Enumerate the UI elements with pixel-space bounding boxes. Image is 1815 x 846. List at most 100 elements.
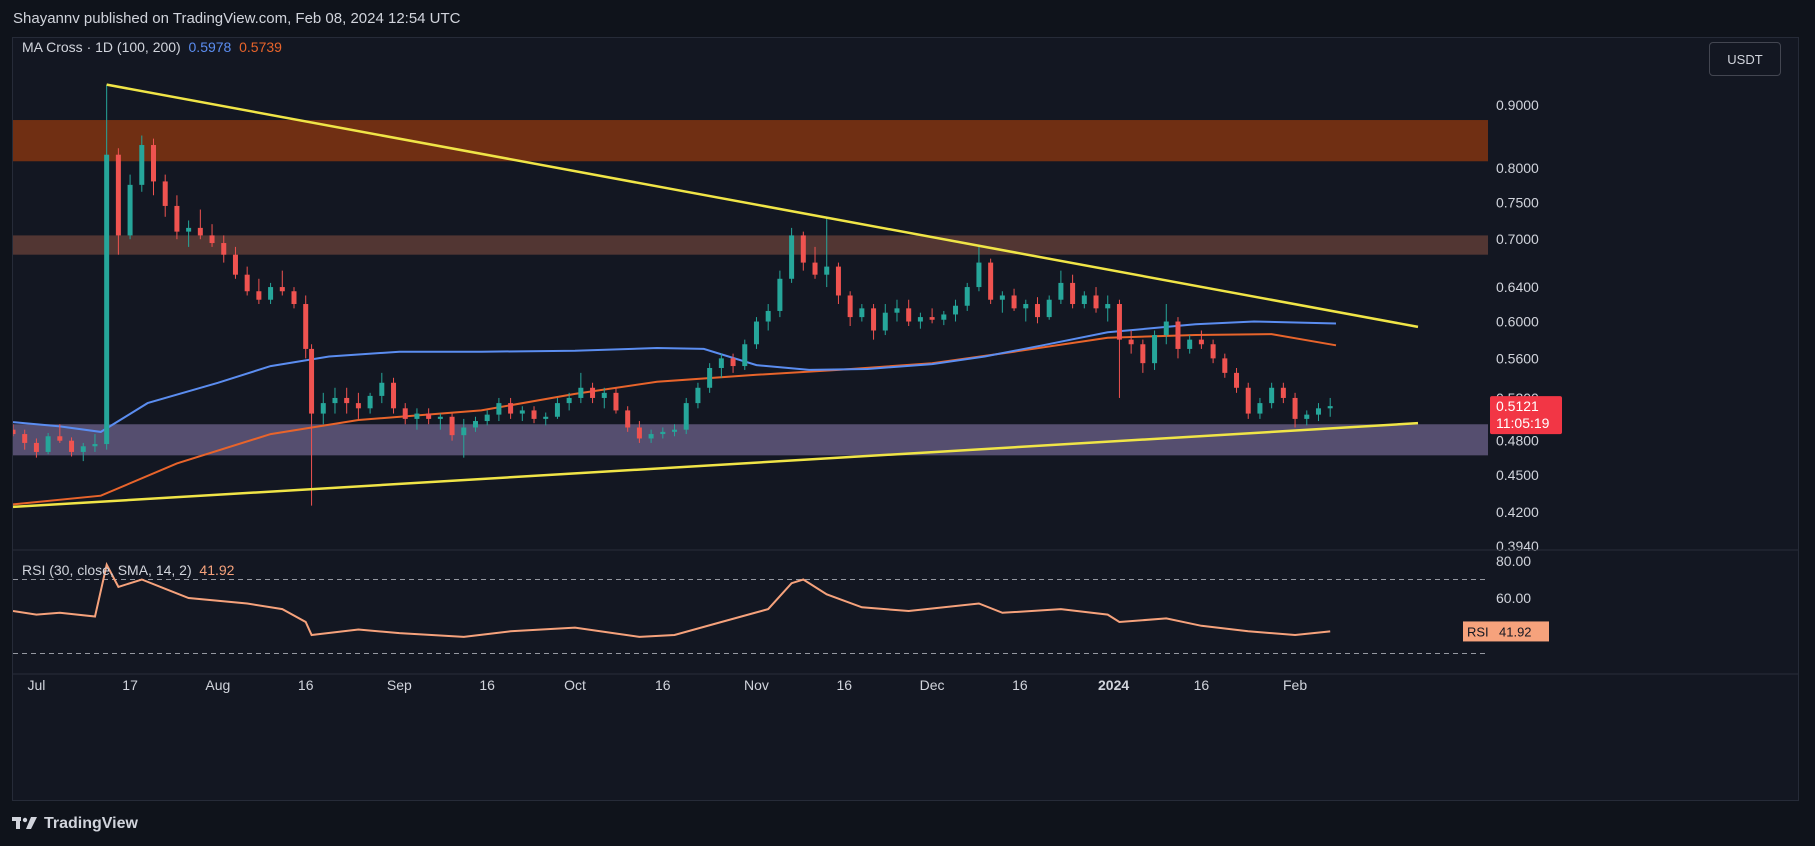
candle	[232, 254, 238, 275]
candle	[1011, 295, 1017, 309]
rsi-legend-value: 41.92	[199, 562, 235, 578]
candle	[426, 413, 432, 419]
candle	[1046, 299, 1052, 318]
candle	[1198, 339, 1204, 345]
time-tick-label: 16	[298, 677, 314, 693]
price-tick-label: 0.4800	[1496, 433, 1539, 449]
candle	[279, 287, 285, 292]
candle	[244, 274, 250, 292]
candle	[988, 262, 994, 300]
candle	[437, 416, 443, 419]
candle	[882, 312, 888, 331]
candle	[484, 414, 490, 422]
time-tick-label: 16	[1012, 677, 1028, 693]
candle	[379, 382, 385, 396]
candle	[543, 416, 549, 419]
candle	[496, 403, 502, 415]
time-tick-label: Feb	[1283, 677, 1307, 693]
time-tick-label: Sep	[387, 677, 412, 693]
candle	[812, 262, 818, 275]
price-tick-label: 0.6400	[1496, 279, 1539, 295]
candle	[859, 308, 865, 318]
candle	[953, 305, 959, 315]
candle	[1128, 339, 1134, 345]
time-tick-label: Dec	[920, 677, 945, 693]
candle	[636, 427, 642, 439]
candle	[753, 321, 759, 345]
time-tick-label: 16	[1194, 677, 1210, 693]
candle	[1175, 321, 1181, 349]
time-tick-label: Jul	[27, 677, 45, 693]
currency-button[interactable]: USDT	[1709, 42, 1781, 76]
tradingview-logo-icon	[12, 817, 37, 829]
candle	[672, 429, 678, 432]
candle	[1304, 414, 1310, 419]
candle	[707, 367, 713, 388]
candle	[1245, 387, 1251, 414]
candle	[906, 308, 912, 322]
ma100-legend-value: 0.5978	[188, 39, 232, 55]
time-tick-label: Aug	[205, 677, 230, 693]
candle	[824, 266, 830, 275]
time-tick-label: 16	[837, 677, 853, 693]
candle	[1315, 408, 1321, 415]
candle	[1034, 304, 1040, 318]
price-badge-countdown: 11:05:19	[1496, 415, 1550, 431]
support-zone	[13, 424, 1488, 456]
rsi-legend-label: RSI (30, close, SMA, 14, 2)	[22, 562, 192, 578]
candle	[800, 235, 806, 263]
candle	[332, 397, 338, 404]
rsi-badge-value: 41.92	[1499, 624, 1532, 639]
candle	[268, 287, 274, 300]
candle	[115, 154, 121, 236]
candle	[162, 181, 168, 206]
candle	[508, 403, 514, 414]
candle	[57, 436, 63, 441]
rsi-legend[interactable]: RSI (30, close, SMA, 14, 2) 41.92	[22, 562, 234, 578]
candle	[964, 287, 970, 306]
candle	[1210, 344, 1216, 359]
time-tick-label: 16	[479, 677, 495, 693]
rsi-tick-label: 60.00	[1496, 590, 1531, 606]
ma200-legend-value: 0.5739	[239, 39, 282, 55]
price-tick-label: 0.3940	[1496, 538, 1539, 554]
candle	[613, 392, 619, 411]
candle	[391, 382, 397, 409]
price-tick-label: 0.9000	[1496, 97, 1539, 113]
candle	[1269, 387, 1275, 404]
candle	[472, 421, 478, 428]
candle	[414, 413, 420, 419]
price-badge-value: 0.5121	[1496, 398, 1539, 414]
price-tick-label: 0.8000	[1496, 160, 1539, 176]
candle	[929, 317, 935, 320]
candle	[69, 440, 75, 452]
rsi-badge-label: RSI	[1467, 624, 1489, 639]
candle	[367, 395, 373, 409]
candle	[1257, 403, 1263, 414]
candle	[789, 235, 795, 279]
candle	[291, 291, 297, 305]
candle	[1280, 387, 1286, 398]
supply-zone	[13, 120, 1488, 162]
candle	[320, 403, 326, 414]
candle	[1292, 397, 1298, 419]
time-tick-label: 16	[655, 677, 671, 693]
candle	[309, 348, 315, 414]
chart-frame[interactable]: 0.9000 0.8000 0.7500 0.7000 0.6400 0.6000 0.56…	[12, 37, 1799, 801]
price-tick-label: 0.7500	[1496, 194, 1539, 210]
candle	[174, 205, 180, 232]
tradingview-footer[interactable]: TradingView	[12, 812, 138, 836]
candle	[648, 434, 654, 439]
candle	[402, 408, 408, 419]
time-tick-label: Nov	[744, 677, 769, 693]
candle	[590, 387, 596, 398]
ma-cross-legend[interactable]: MA Cross · 1D (100, 200) 0.5978 0.5739	[22, 39, 282, 55]
candle	[1327, 406, 1333, 409]
price-tick-label: 0.6000	[1496, 314, 1539, 330]
tradingview-brand: TradingView	[44, 815, 138, 832]
candle	[625, 410, 631, 428]
candle	[554, 403, 560, 417]
price-chart[interactable]: 0.9000 0.8000 0.7500 0.7000 0.6400 0.6000 0.56…	[13, 38, 1798, 800]
candle	[765, 310, 771, 322]
candle	[578, 387, 584, 398]
